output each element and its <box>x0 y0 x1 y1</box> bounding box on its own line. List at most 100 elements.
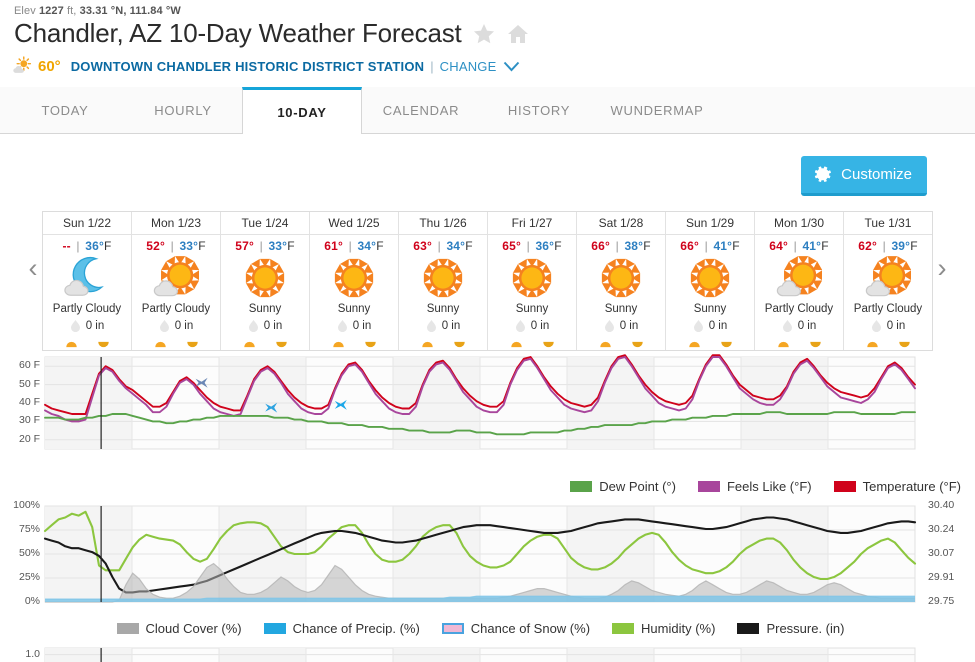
home-icon[interactable] <box>506 22 530 46</box>
tab-calendar[interactable]: CALENDAR <box>362 87 480 133</box>
wind-arrow-up-icon <box>688 341 700 348</box>
star-icon[interactable] <box>472 22 496 46</box>
day-name: Thu 1/26 <box>399 212 487 235</box>
tab-hourly[interactable]: HOURLY <box>124 87 242 133</box>
sun-partly-cloudy-icon <box>865 253 911 303</box>
wind-indicator-row <box>43 341 131 348</box>
wind-arrow-down-icon <box>275 341 287 348</box>
axis-tick-label: 75% <box>18 523 40 535</box>
station-name[interactable]: DOWNTOWN CHANDLER HISTORIC DISTRICT STAT… <box>71 59 425 74</box>
forecast-day-card[interactable]: Sun 1/22 -- | 36°F Partly Cloudy 0 in <box>43 212 132 350</box>
axis-tick-label: 0% <box>24 595 40 607</box>
forecast-day-card[interactable]: Wed 1/25 61° | 34°F Sunny 0 in <box>310 212 399 350</box>
legend-swatch <box>737 623 760 634</box>
axis-tick-label: 50 F <box>18 377 40 390</box>
wind-arrow-down-icon <box>453 341 465 348</box>
precip-value: 0 in <box>174 319 194 332</box>
legend-item[interactable]: Chance of Snow (%) <box>441 621 590 636</box>
forecast-day-card[interactable]: Tue 1/24 57° | 33°F Sunny 0 in <box>221 212 310 350</box>
temperature-chart-legend: Dew Point (°) Feels Like (°F) Temperatur… <box>0 479 975 494</box>
wind-arrow-up-icon <box>599 341 611 348</box>
elev-prefix: Elev <box>14 5 36 17</box>
day-condition: Sunny <box>693 303 727 315</box>
wind-arrow-up-icon <box>243 341 255 348</box>
day-condition: Sunny <box>248 303 282 315</box>
precip-drop-icon <box>871 320 881 332</box>
axis-tick-label: 1.0 <box>25 647 40 660</box>
precip-value: 0 in <box>530 319 550 332</box>
tab-wundermap[interactable]: WUNDERMAP <box>598 87 716 133</box>
day-high: 66° <box>680 239 700 253</box>
chevron-down-icon[interactable] <box>503 61 520 72</box>
tab-today[interactable]: TODAY <box>6 87 124 133</box>
axis-tick-label: 30 F <box>18 414 40 427</box>
legend-item[interactable]: Temperature (°F) <box>833 479 961 494</box>
legend-item[interactable]: Cloud Cover (%) <box>116 621 242 636</box>
day-low: 41° <box>713 239 733 253</box>
day-condition: Sunny <box>337 303 371 315</box>
customize-label: Customize <box>841 166 912 183</box>
page-title: Chandler, AZ 10-Day Weather Forecast <box>14 18 462 48</box>
wind-arrow-up-icon <box>510 341 522 348</box>
legend-item[interactable]: Pressure. (in) <box>737 621 844 636</box>
forecast-day-card[interactable]: Tue 1/31 62° | 39°F Partly Cloudy 0 in <box>844 212 932 350</box>
legend-swatch <box>570 481 593 492</box>
day-condition: Partly Cloudy <box>764 303 834 315</box>
tab-history[interactable]: HISTORY <box>480 87 598 133</box>
precip-drop-icon <box>604 320 614 332</box>
day-high: -- <box>62 239 71 253</box>
axis-tick-label-right: 30.24 <box>928 523 955 535</box>
wind-indicator-row <box>310 341 398 348</box>
day-name: Tue 1/24 <box>221 212 309 235</box>
forecast-day-card[interactable]: Mon 1/23 52° | 33°F Partly Cloudy 0 in <box>132 212 221 350</box>
precip-value: 0 in <box>441 319 461 332</box>
precip-drop-icon <box>248 320 258 332</box>
wind-indicator-row <box>577 341 665 348</box>
conditions-chart-legend: Cloud Cover (%) Chance of Precip. (%) Ch… <box>0 621 975 636</box>
legend-swatch <box>116 623 139 634</box>
legend-item[interactable]: Feels Like (°F) <box>697 479 812 494</box>
wind-arrow-down-icon <box>186 341 198 348</box>
temperature-chart: 20 F 30 F 40 F 50 F 60 F <box>0 351 975 477</box>
wind-indicator-row <box>755 341 843 348</box>
sun-icon <box>420 253 466 303</box>
day-name: Mon 1/30 <box>755 212 843 235</box>
wind-indicator-row <box>399 341 487 348</box>
wind-arrow-up-icon <box>421 341 433 348</box>
day-condition: Partly Cloudy <box>141 303 211 315</box>
day-low: 33° <box>179 239 199 253</box>
precip-drop-icon <box>337 320 347 332</box>
forecast-day-card[interactable]: Sun 1/29 66° | 41°F Sunny 0 in <box>666 212 755 350</box>
day-low: 34° <box>357 239 377 253</box>
legend-item[interactable]: Humidity (%) <box>612 621 715 636</box>
day-condition: Partly Cloudy <box>853 303 923 315</box>
sun-partly-cloudy-icon <box>153 253 199 303</box>
sun-icon <box>509 253 555 303</box>
customize-button[interactable]: Customize <box>801 156 927 196</box>
axis-tick-label: 50% <box>18 547 40 559</box>
day-low: 39° <box>891 239 911 253</box>
forecast-day-card[interactable]: Fri 1/27 65° | 36°F Sunny 0 in <box>488 212 577 350</box>
day-temps: 63° | 34°F <box>413 239 473 253</box>
forecast-day-card[interactable]: Thu 1/26 63° | 34°F Sunny 0 in <box>399 212 488 350</box>
forecast-day-card[interactable]: Sat 1/28 66° | 38°F Sunny 0 in <box>577 212 666 350</box>
tab-10-day[interactable]: 10-DAY <box>242 87 362 134</box>
legend-swatch <box>441 623 464 634</box>
precip-drop-icon <box>159 320 169 332</box>
wind-arrow-down-icon <box>542 341 554 348</box>
legend-item[interactable]: Chance of Precip. (%) <box>263 621 420 636</box>
conditions-chart: 0% 25% 50% 75% 100% 29.75 29.91 30.07 30.24 30.40 <box>0 499 975 618</box>
longitude: 111.84 °W <box>129 5 181 17</box>
change-station-link[interactable]: CHANGE <box>440 59 497 74</box>
axis-tick-label: 100% <box>13 499 40 511</box>
day-temps: 61° | 34°F <box>324 239 384 253</box>
wind-arrow-down-icon <box>809 341 821 348</box>
day-precipitation: 0 in <box>426 319 461 332</box>
legend-item[interactable]: Dew Point (°) <box>570 479 676 494</box>
forecast-day-card[interactable]: Mon 1/30 64° | 41°F Partly Cloudy 0 in <box>755 212 844 350</box>
axis-tick-label: 20 F <box>18 432 40 445</box>
sun-partly-cloudy-icon <box>776 253 822 303</box>
elevation-info: Elev 1227 ft, 33.31 °N, 111.84 °W <box>0 0 975 17</box>
day-temps: 62° | 39°F <box>858 239 918 253</box>
precip-drop-icon <box>782 320 792 332</box>
